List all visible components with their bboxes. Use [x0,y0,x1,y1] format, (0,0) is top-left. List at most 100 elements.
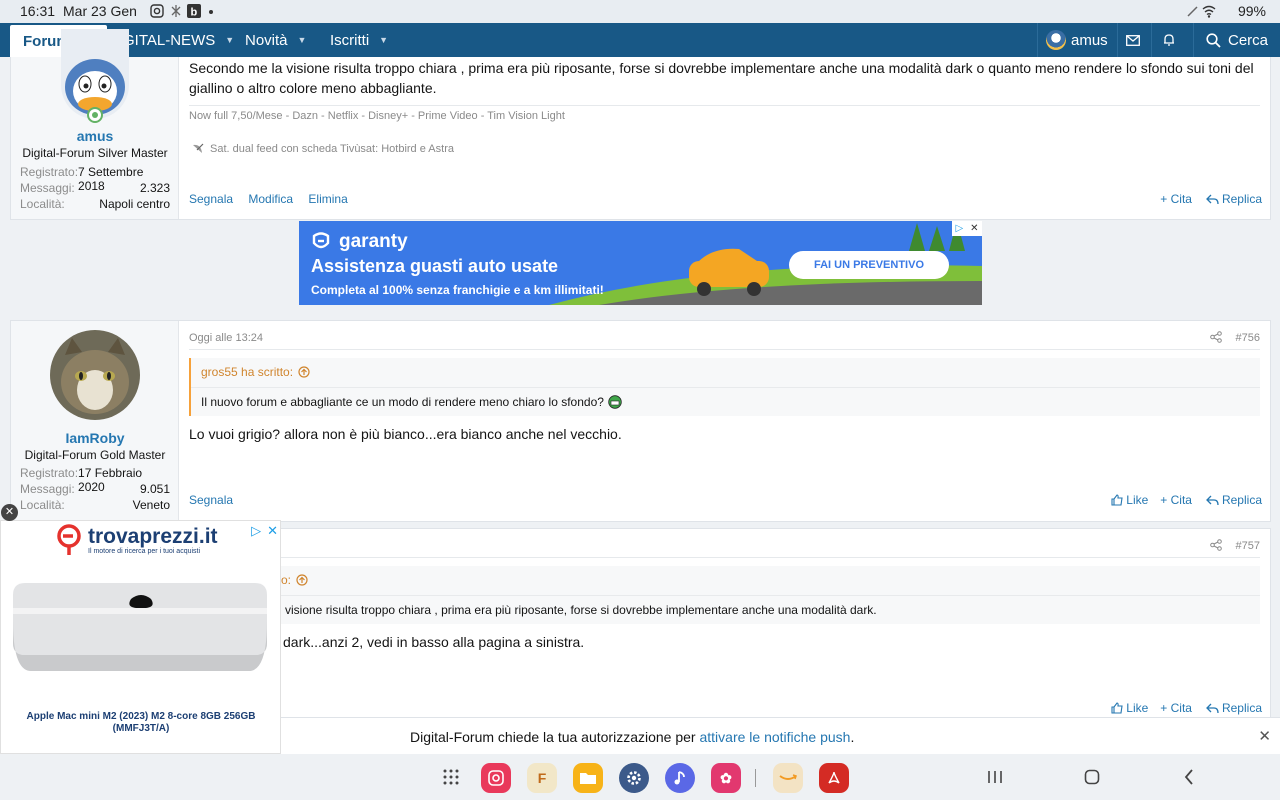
ad-subline: Completa al 100% senza franchigie e a km… [311,283,604,297]
status-bar: 16:31 Mar 23 Gen b 99% [0,0,1280,23]
report-button[interactable]: Segnala [189,493,233,507]
main-navbar: Forum▼ DIGITAL-NEWS▼ Novità▼ Iscritti▼ a… [0,23,1280,57]
reply-icon[interactable] [1206,703,1219,714]
nav-divider [1037,23,1038,57]
nav-divider [1151,23,1152,57]
music-app-icon[interactable] [665,763,695,793]
app-notification-icon [171,5,181,17]
gallery-flower-icon[interactable]: ✿ [711,763,741,793]
post-number[interactable]: #757 [1236,540,1260,552]
files-f-app-icon[interactable]: F [527,763,557,793]
username-link[interactable]: IamRoby [11,430,179,446]
arrow-up-circle-icon[interactable] [296,574,308,586]
user-menu[interactable]: amus [1046,23,1108,57]
avatar[interactable] [61,29,129,119]
reply-icon[interactable] [1206,495,1219,506]
user-location: Località: Napoli centro [20,197,170,211]
alerts-button[interactable] [1162,23,1176,57]
pdf-reader-icon[interactable] [819,763,849,793]
post-actions-right: + Cita Replica [1160,192,1262,206]
pen-icon [1187,6,1198,17]
user-title: Digital-Forum Gold Master [24,448,166,462]
share-icon[interactable] [1210,331,1222,343]
back-icon[interactable] [1184,769,1194,785]
battery-level: 99% [1237,3,1266,19]
user-messages: Messaggi: 9.051 [20,482,170,496]
username-link[interactable]: amus [11,128,179,144]
chevron-down-icon[interactable]: ▼ [298,35,307,45]
header-divider [189,349,1260,350]
online-status-badge [87,107,103,123]
amazon-app-icon[interactable] [773,763,803,793]
product-image [11,581,269,676]
reply-button[interactable]: Replica [1222,192,1262,206]
ad-choices-icon[interactable]: ▷ ✕ [952,221,982,236]
avatar[interactable] [50,330,140,420]
post-timestamp[interactable]: Oggi alle 13:24 [189,332,263,344]
user-menu-label: amus [1071,31,1108,49]
nav-divider [1193,23,1194,57]
delete-button[interactable]: Elimina [308,192,347,206]
quote-button[interactable]: + Cita [1160,701,1192,715]
close-ad-button[interactable]: ✕ [1,504,18,521]
apps-grid-icon[interactable] [443,769,459,785]
thumbs-up-icon[interactable] [1111,702,1123,714]
ad-headline: Assistenza guasti auto usate [311,256,559,276]
recent-apps-icon[interactable] [987,770,1003,784]
tab-iscritti[interactable]: Iscritti ▼ [330,23,388,57]
enable-push-link[interactable]: attivare le notifiche push [699,729,850,745]
share-icon[interactable] [1210,539,1222,551]
reply-button[interactable]: Replica [1222,701,1262,715]
ad-cta-button[interactable]: FAI UN PREVENTIVO [789,251,949,279]
search-button[interactable]: Cerca [1206,23,1268,57]
ad-choices-icon[interactable]: ▷ ✕ [251,523,278,539]
quote-text: visione risulta troppo chiara , prima er… [285,603,877,617]
home-icon[interactable] [1084,769,1100,785]
thumbs-up-icon[interactable] [1111,494,1123,506]
signature-line-2: Sat. dual feed con scheda Tivùsat: Hotbi… [191,142,454,156]
like-button[interactable]: Like [1126,701,1148,715]
ad-brand: trovaprezzi.it Il motore di ricerca per … [56,524,218,556]
quote-button[interactable]: + Cita [1160,493,1192,507]
chevron-down-icon[interactable]: ▼ [379,35,388,45]
post-number[interactable]: #756 [1236,332,1260,344]
camera-app-icon[interactable] [481,763,511,793]
tab-novita[interactable]: Novità ▼ [245,23,306,57]
quote-text: Il nuovo forum e abbagliante ce un modo … [201,395,622,409]
bell-icon [1164,34,1174,46]
svg-text:b: b [191,7,198,19]
quote-divider [191,595,1260,596]
avatar [1046,30,1066,50]
quote-button[interactable]: + Cita [1160,192,1192,206]
arrow-up-circle-icon[interactable] [298,366,310,378]
post-actions-right: Like + Cita Replica [1111,701,1262,715]
reply-icon[interactable] [1206,194,1219,205]
android-taskbar: F ✿ [0,754,1280,800]
product-title[interactable]: Apple Mac mini M2 (2023) M2 8-core 8GB 2… [16,711,266,735]
like-button[interactable]: Like [1126,493,1148,507]
date: Mar 23 Gen [63,3,137,19]
clock: 16:31 [20,3,56,19]
push-notification-banner: Digital-Forum chiede la tua autorizzazio… [281,717,1280,754]
grin-emoji-icon [608,395,622,409]
search-label: Cerca [1228,31,1269,49]
dot-icon [209,10,213,14]
tab-iscritti-label: Iscritti [330,31,370,49]
close-icon[interactable]: ✕ [1258,727,1271,745]
settings-gear-icon[interactable] [619,763,649,793]
instagram-notification-icon [150,4,164,18]
wifi-icon [1202,5,1216,18]
ad-banner-garanty[interactable]: garanty Assistenza guasti auto usate Com… [299,221,982,305]
header-divider [189,557,1260,558]
reply-button[interactable]: Replica [1222,493,1262,507]
quote-author[interactable]: gros55 ha scritto: [201,365,310,379]
inbox-button[interactable] [1126,23,1140,57]
ad-trovaprezzi[interactable]: trovaprezzi.it Il motore di ricerca per … [0,520,281,754]
b-notification-icon: b [187,4,201,18]
quote-author[interactable]: o: [281,573,308,587]
edit-button[interactable]: Modifica [248,192,293,206]
chevron-down-icon[interactable]: ▼ [225,35,234,45]
folder-app-icon[interactable] [573,763,603,793]
search-icon [1206,32,1221,48]
report-button[interactable]: Segnala [189,192,233,206]
